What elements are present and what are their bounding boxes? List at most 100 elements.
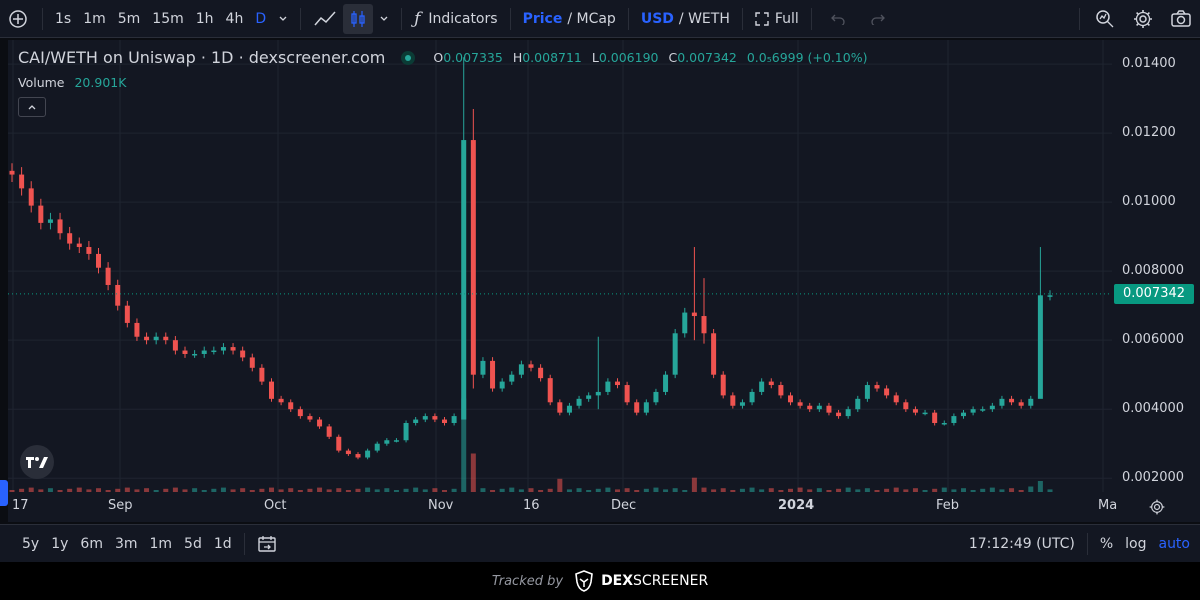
quick-search-button[interactable] bbox=[1086, 0, 1124, 38]
brand-dex[interactable]: DEX bbox=[601, 573, 633, 589]
range-6m[interactable]: 6m bbox=[74, 525, 109, 563]
range-5y[interactable]: 5y bbox=[16, 525, 45, 563]
range-5d[interactable]: 5d bbox=[178, 525, 208, 563]
candle-body bbox=[105, 267, 111, 285]
candle-body bbox=[1009, 398, 1015, 403]
plus-circle-icon bbox=[9, 9, 27, 28]
candle-body bbox=[336, 436, 342, 451]
candle-body bbox=[259, 367, 265, 382]
gear-icon bbox=[1134, 9, 1152, 28]
interval-dropdown-button[interactable] bbox=[272, 0, 294, 38]
candle-body bbox=[932, 412, 938, 423]
candle-body bbox=[211, 350, 217, 353]
toolbar-divider bbox=[300, 7, 302, 30]
interval-15m[interactable]: 15m bbox=[146, 0, 189, 38]
candle-body bbox=[682, 312, 688, 334]
candle-body bbox=[201, 350, 207, 354]
time-axis[interactable]: 17 Sep Oct Nov 16 Dec 2024 Feb Ma bbox=[8, 492, 1200, 522]
market-status-dot-icon bbox=[401, 50, 416, 65]
symbol-title: CAI/WETH on Uniswap · 1D · dexscreener.c… bbox=[18, 48, 386, 67]
candle-body bbox=[816, 405, 822, 410]
candle-body bbox=[1047, 295, 1053, 297]
candle-body bbox=[384, 440, 390, 444]
range-3m[interactable]: 3m bbox=[109, 525, 144, 563]
interval-5m[interactable]: 5m bbox=[112, 0, 147, 38]
candle-body bbox=[249, 357, 255, 368]
settings-button[interactable] bbox=[1124, 0, 1162, 38]
candle-body bbox=[759, 381, 765, 392]
utc-time[interactable]: 17:12:49 (UTC) bbox=[963, 525, 1081, 563]
interval-4h[interactable]: 4h bbox=[220, 0, 250, 38]
price-chart[interactable] bbox=[8, 40, 1112, 492]
candle-body bbox=[144, 336, 150, 341]
candle-body bbox=[768, 381, 774, 386]
interval-1h[interactable]: 1h bbox=[190, 0, 220, 38]
interval-D[interactable]: D bbox=[249, 0, 272, 38]
candle-body bbox=[980, 409, 986, 411]
price-axis[interactable]: 0.01400 0.01200 0.01000 0.008000 0.006000 0.0… bbox=[1112, 40, 1200, 492]
candle-body bbox=[163, 336, 169, 341]
candle-body bbox=[874, 385, 880, 389]
candle-body bbox=[970, 409, 976, 413]
range-1d[interactable]: 1d bbox=[208, 525, 238, 563]
toggle-sidebar-handle[interactable] bbox=[0, 480, 8, 506]
candle-body bbox=[326, 426, 332, 437]
chevron-up-icon bbox=[28, 105, 36, 110]
fullscreen-button[interactable]: Full bbox=[749, 0, 805, 38]
chart-legend: CAI/WETH on Uniswap · 1D · dexscreener.c… bbox=[18, 48, 867, 67]
candle-body bbox=[86, 247, 92, 254]
candle-body bbox=[403, 422, 409, 441]
candle-body bbox=[557, 402, 563, 413]
price-mcap-toggle[interactable]: Price / MCap bbox=[517, 0, 622, 38]
candle-body bbox=[451, 416, 457, 423]
time-tick-label: 2024 bbox=[778, 498, 815, 513]
candle-body bbox=[941, 422, 947, 425]
line-chart-icon bbox=[314, 10, 336, 25]
candle-body bbox=[538, 367, 544, 379]
candle-body bbox=[57, 219, 63, 234]
candle-body bbox=[518, 364, 524, 375]
chart-pane[interactable]: CAI/WETH on Uniswap · 1D · dexscreener.c… bbox=[8, 40, 1112, 492]
undo-button[interactable] bbox=[818, 0, 858, 38]
log-scale-toggle[interactable]: log bbox=[1119, 525, 1152, 563]
volume-legend: Volume 20.901K bbox=[18, 75, 127, 90]
tradingview-logo[interactable] bbox=[20, 445, 54, 479]
range-list: 5y 1y 6m 3m 1m 5d 1d bbox=[16, 525, 238, 563]
collapse-legend-button[interactable] bbox=[18, 97, 46, 117]
candle-body bbox=[393, 440, 399, 442]
range-1m[interactable]: 1m bbox=[144, 525, 179, 563]
go-to-date-button[interactable] bbox=[251, 525, 283, 563]
screenshot-button[interactable] bbox=[1162, 0, 1200, 38]
add-symbol-button[interactable] bbox=[0, 0, 36, 38]
candle-body bbox=[47, 219, 53, 223]
interval-1s[interactable]: 1s bbox=[49, 0, 77, 38]
toolbar-divider bbox=[1086, 532, 1088, 555]
candle-body bbox=[134, 322, 140, 337]
redo-button[interactable] bbox=[858, 0, 898, 38]
axis-settings-button[interactable] bbox=[1148, 498, 1166, 520]
time-tick-label: Dec bbox=[611, 498, 637, 513]
candle-body bbox=[278, 398, 284, 403]
volume-bar bbox=[691, 477, 697, 492]
chart-type-dropdown-button[interactable] bbox=[373, 0, 395, 38]
toolbar-divider bbox=[627, 7, 629, 30]
footer: Tracked by DEX SCREENER bbox=[0, 562, 1200, 600]
candle-body bbox=[153, 336, 159, 341]
candle-body bbox=[220, 347, 226, 351]
brand-screener[interactable]: SCREENER bbox=[633, 573, 708, 589]
candle-body bbox=[576, 398, 582, 406]
chevron-down-icon bbox=[279, 16, 287, 21]
toolbar-divider bbox=[509, 7, 511, 30]
candles-chart-type-button[interactable] bbox=[343, 3, 374, 34]
candle-body bbox=[711, 333, 717, 375]
auto-scale-toggle[interactable]: auto bbox=[1152, 525, 1196, 563]
indicators-button[interactable]: ƒ Indicators bbox=[408, 0, 503, 38]
interval-1m[interactable]: 1m bbox=[77, 0, 112, 38]
line-chart-type-button[interactable] bbox=[307, 0, 343, 38]
candle-body bbox=[797, 402, 803, 406]
candle-body bbox=[893, 395, 899, 403]
candle-body bbox=[845, 409, 851, 417]
percent-scale-toggle[interactable]: % bbox=[1094, 525, 1119, 563]
range-1y[interactable]: 1y bbox=[45, 525, 74, 563]
currency-toggle[interactable]: USD / WETH bbox=[635, 0, 736, 38]
